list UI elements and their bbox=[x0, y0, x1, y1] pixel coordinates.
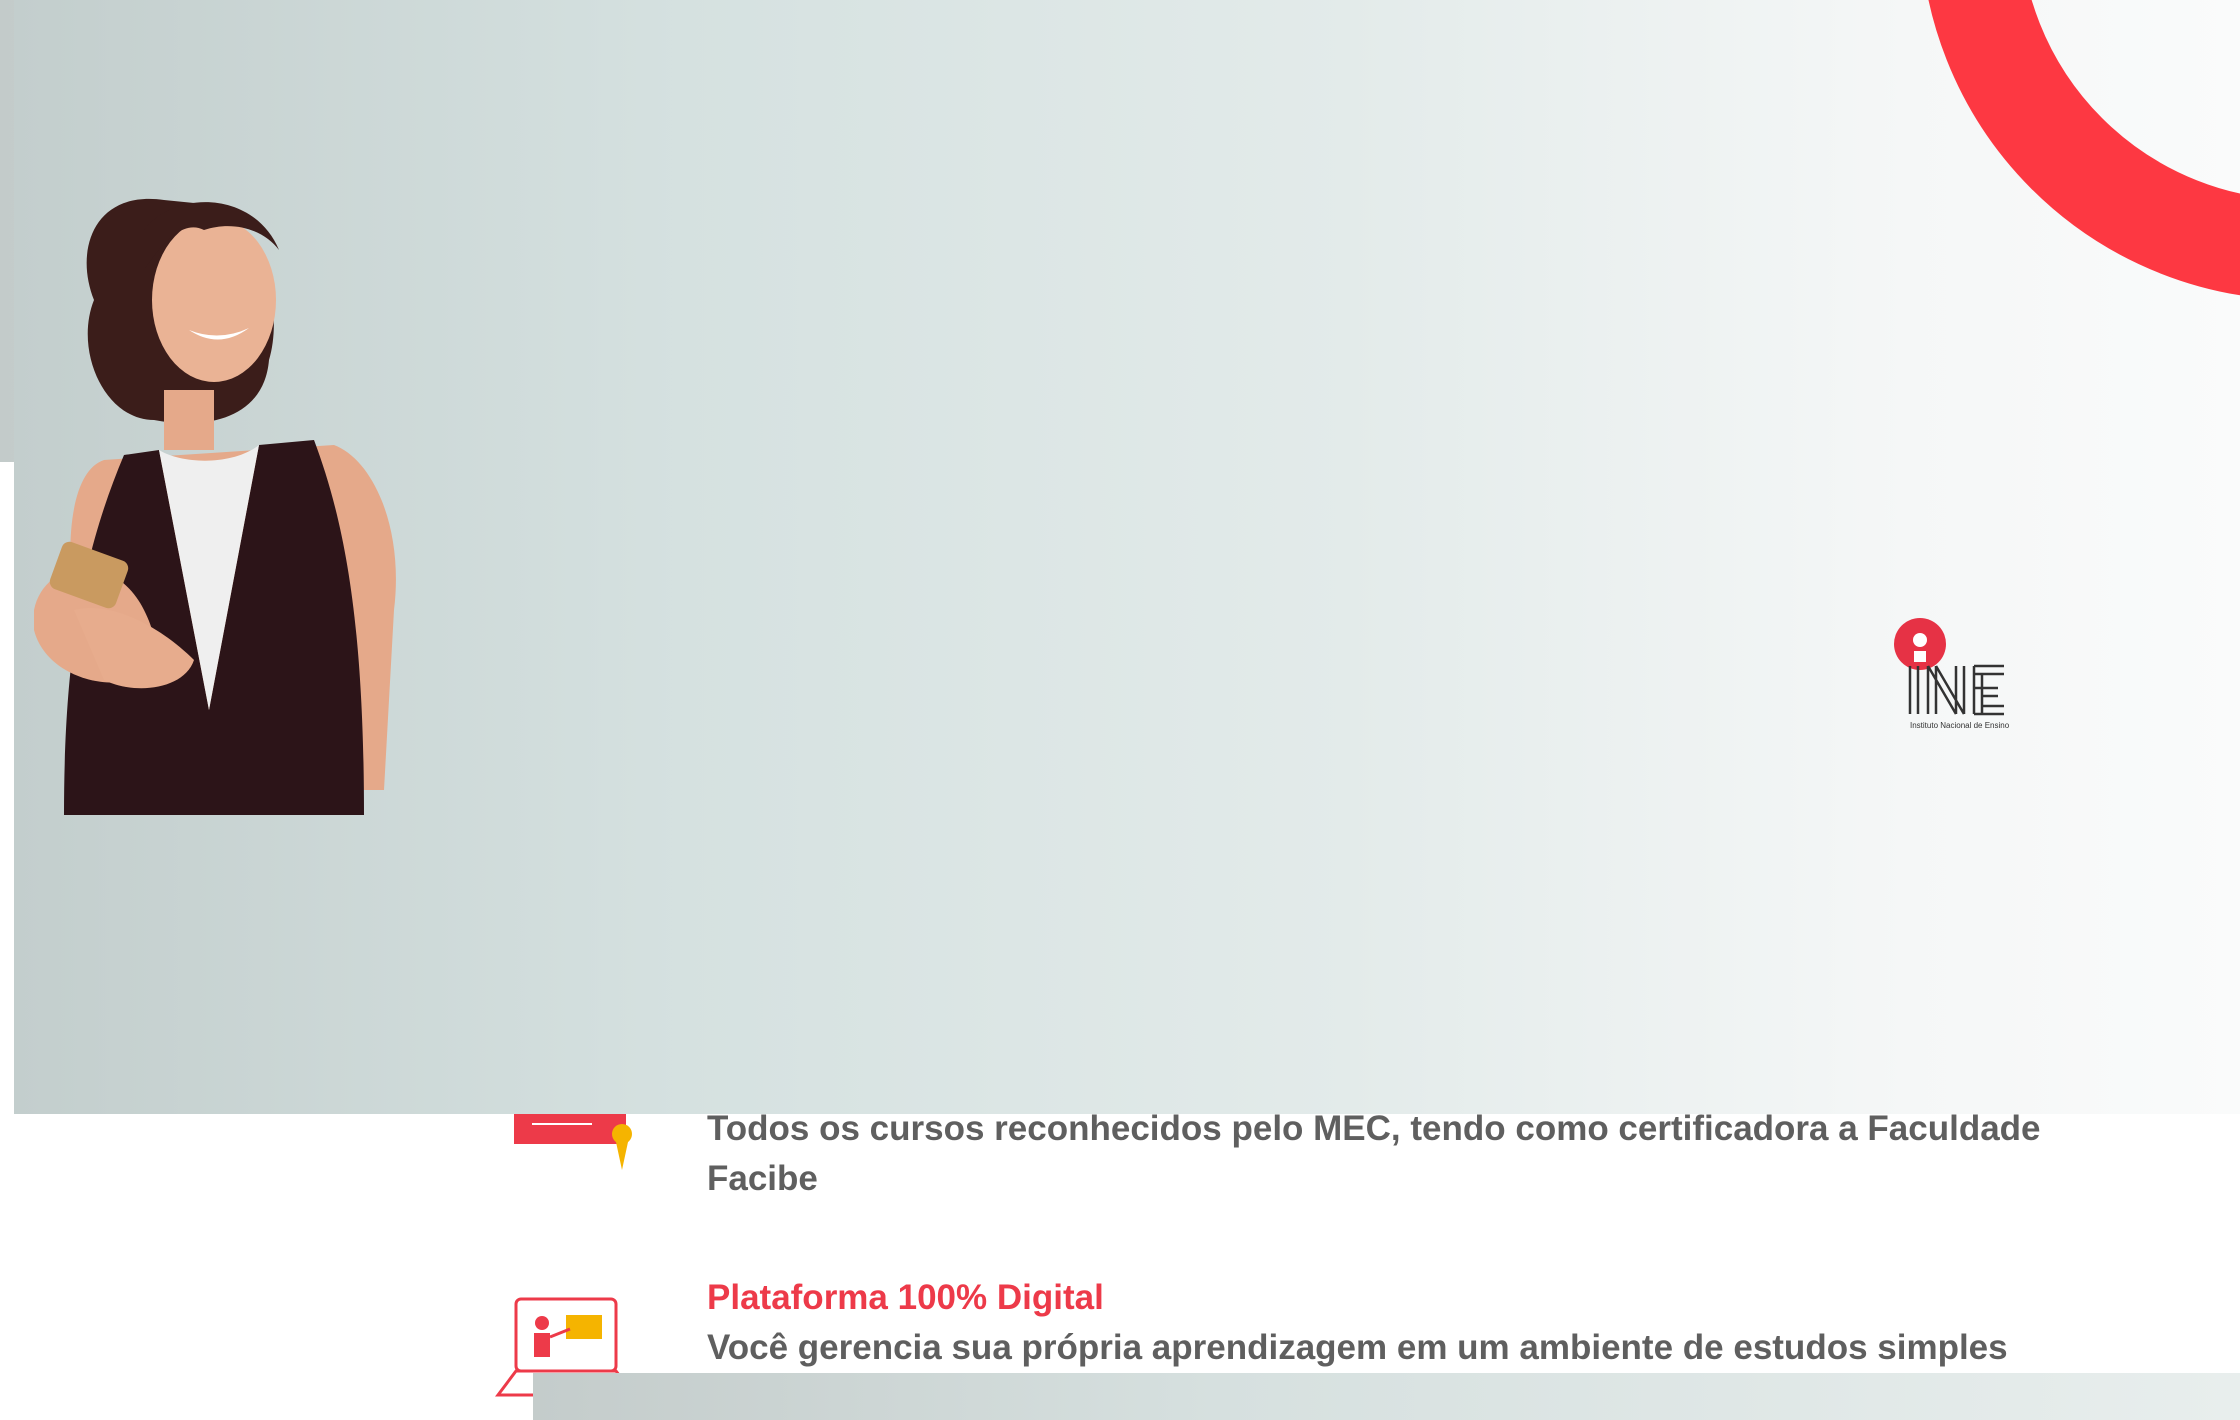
decorative-red-arc bbox=[1920, 0, 2240, 300]
ine-logo: Instituto Nacional de Ensino bbox=[1894, 618, 2010, 730]
feature-digital-description: Você gerencia sua própria aprendizagem e… bbox=[707, 1328, 2008, 1367]
woman-holding-phone-image bbox=[34, 198, 396, 815]
certificate-icon bbox=[514, 1114, 632, 1170]
feature-digital-title: Plataforma 100% Digital bbox=[707, 1278, 1104, 1317]
hero-banner: Instituto Nacional de Ensino bbox=[14, 0, 2240, 1114]
ine-logo-subtitle: Instituto Nacional de Ensino bbox=[1910, 721, 2010, 730]
feature-mec-description: Todos os cursos reconhecidos pelo MEC, t… bbox=[707, 1109, 2041, 1198]
bottom-banner-strip bbox=[533, 1373, 2240, 1420]
